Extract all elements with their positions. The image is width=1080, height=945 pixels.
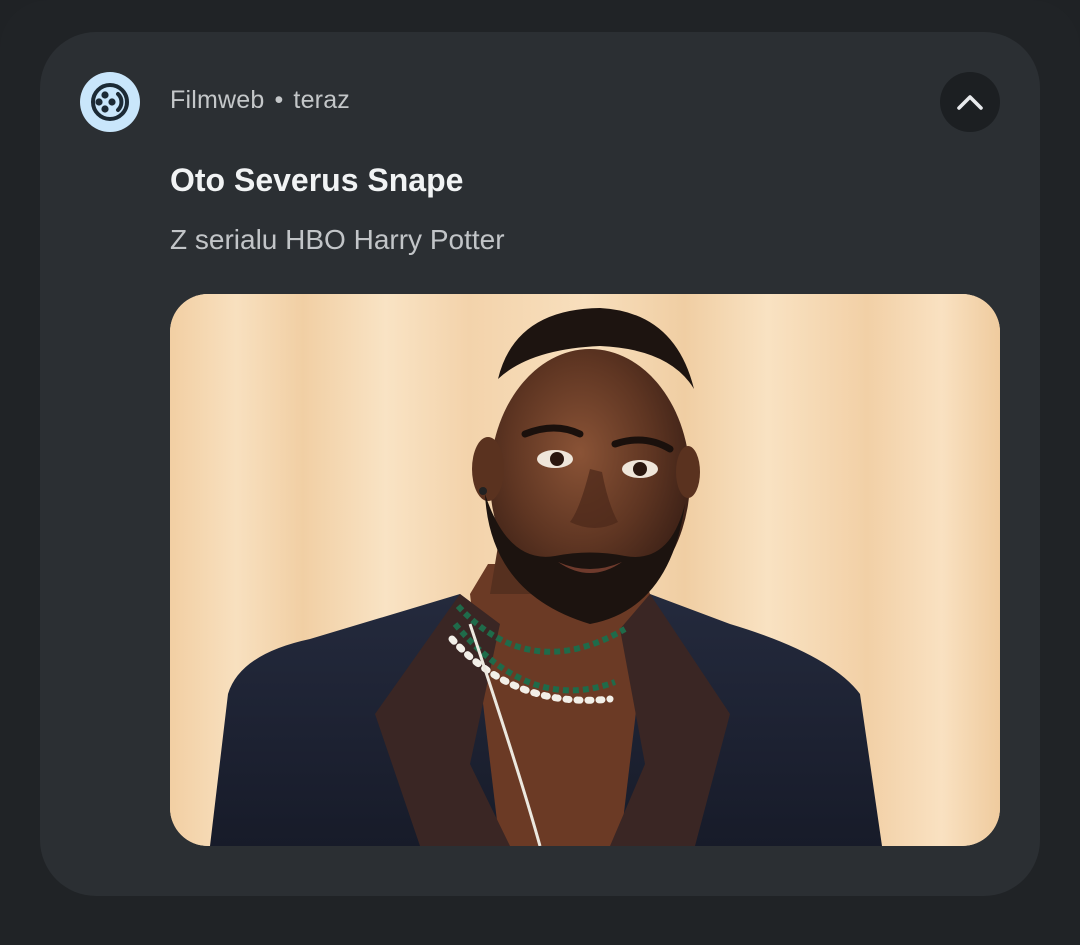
collapse-button[interactable] bbox=[940, 72, 1000, 132]
filmweb-reel-icon bbox=[80, 72, 140, 132]
portrait-photo bbox=[170, 294, 1000, 846]
app-name: Filmweb bbox=[170, 86, 265, 114]
notification-card[interactable]: Filmweb • teraz Oto Severus Snape Z serial… bbox=[40, 32, 1040, 896]
notification-text: Z serialu HBO Harry Potter bbox=[170, 224, 505, 255]
notification-image[interactable] bbox=[170, 294, 1000, 846]
timestamp: teraz bbox=[293, 86, 351, 114]
notification-title: Oto Severus Snape bbox=[170, 162, 464, 198]
header-separator: • bbox=[274, 86, 284, 114]
notification-header: Filmweb • teraz bbox=[170, 86, 350, 115]
chevron-up-icon bbox=[957, 95, 983, 110]
